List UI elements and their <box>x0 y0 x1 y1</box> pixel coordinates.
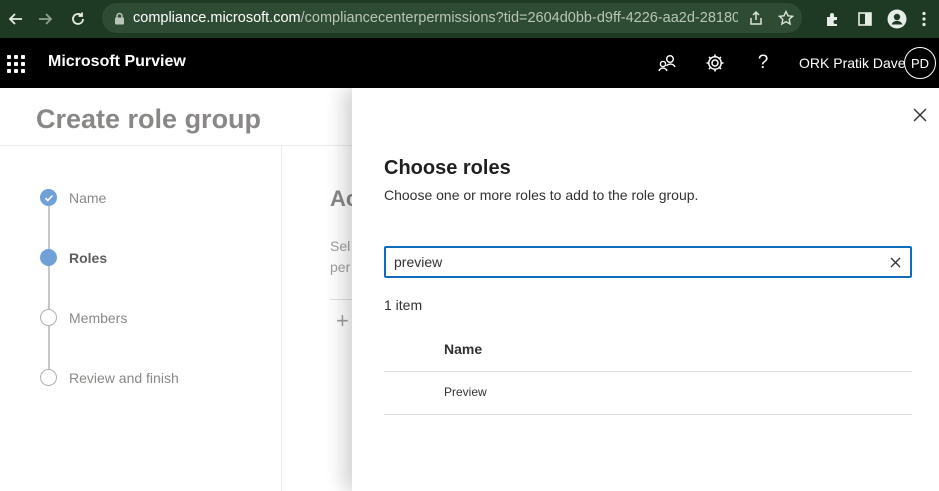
step-connector <box>48 266 50 310</box>
result-count: 1 item <box>384 297 423 313</box>
community-icon[interactable] <box>655 51 679 75</box>
add-icon[interactable]: + <box>336 308 349 334</box>
step-connector <box>48 326 50 370</box>
profile-icon[interactable] <box>885 9 909 29</box>
bookmark-star-icon[interactable] <box>778 10 794 26</box>
panel-title: Choose roles <box>384 157 511 179</box>
divider <box>281 146 282 491</box>
step-indicator <box>40 369 57 386</box>
side-panel-icon[interactable] <box>853 11 877 27</box>
step-label: Name <box>69 189 107 206</box>
step-roles[interactable]: Roles <box>40 249 107 266</box>
step-members[interactable]: Members <box>40 309 127 326</box>
step-label: Review and finish <box>69 369 179 386</box>
browser-menu-icon[interactable] <box>917 11 931 27</box>
lock-icon <box>114 12 125 25</box>
divider <box>0 145 352 146</box>
table-row[interactable]: Preview <box>384 372 912 414</box>
extensions-icon[interactable] <box>821 11 845 27</box>
step-label: Roles <box>69 249 108 266</box>
role-name-cell: Preview <box>444 385 487 399</box>
step-connector <box>48 206 50 250</box>
reload-icon[interactable] <box>63 4 93 34</box>
forward-icon[interactable] <box>30 4 60 34</box>
close-icon[interactable] <box>911 106 929 124</box>
checkmark-icon <box>40 189 57 206</box>
back-icon[interactable] <box>1 4 31 34</box>
share-icon[interactable] <box>748 10 764 26</box>
step-label: Members <box>69 309 128 326</box>
app-header: Microsoft Purview ? ORK Pratik Dave PD <box>0 38 939 88</box>
page-title: Create role group <box>36 104 262 134</box>
settings-gear-icon[interactable] <box>703 51 727 75</box>
browser-toolbar: compliance.microsoft.com/compliancecente… <box>0 0 939 38</box>
url-text: compliance.microsoft.com/compliancecente… <box>133 10 738 26</box>
address-bar[interactable]: compliance.microsoft.com/compliancecente… <box>102 3 802 33</box>
column-header-name[interactable]: Name <box>444 341 482 357</box>
choose-roles-panel: Choose roles Choose one or more roles to… <box>352 88 939 491</box>
clear-search-icon[interactable] <box>888 255 902 269</box>
search-box[interactable] <box>384 246 912 278</box>
panel-subtitle: Choose one or more roles to add to the r… <box>384 187 699 203</box>
app-title[interactable]: Microsoft Purview <box>48 53 186 71</box>
avatar[interactable]: PD <box>904 47 936 79</box>
user-name[interactable]: ORK Pratik Dave <box>799 55 906 71</box>
step-name[interactable]: Name <box>40 189 106 206</box>
step-current-indicator <box>40 249 57 266</box>
help-icon[interactable]: ? <box>751 51 775 75</box>
divider <box>384 414 912 415</box>
divider <box>330 299 352 300</box>
app-launcher-icon[interactable] <box>7 55 25 73</box>
step-indicator <box>40 309 57 326</box>
search-input[interactable] <box>394 249 884 275</box>
step-review-and-finish[interactable]: Review and finish <box>40 369 179 386</box>
